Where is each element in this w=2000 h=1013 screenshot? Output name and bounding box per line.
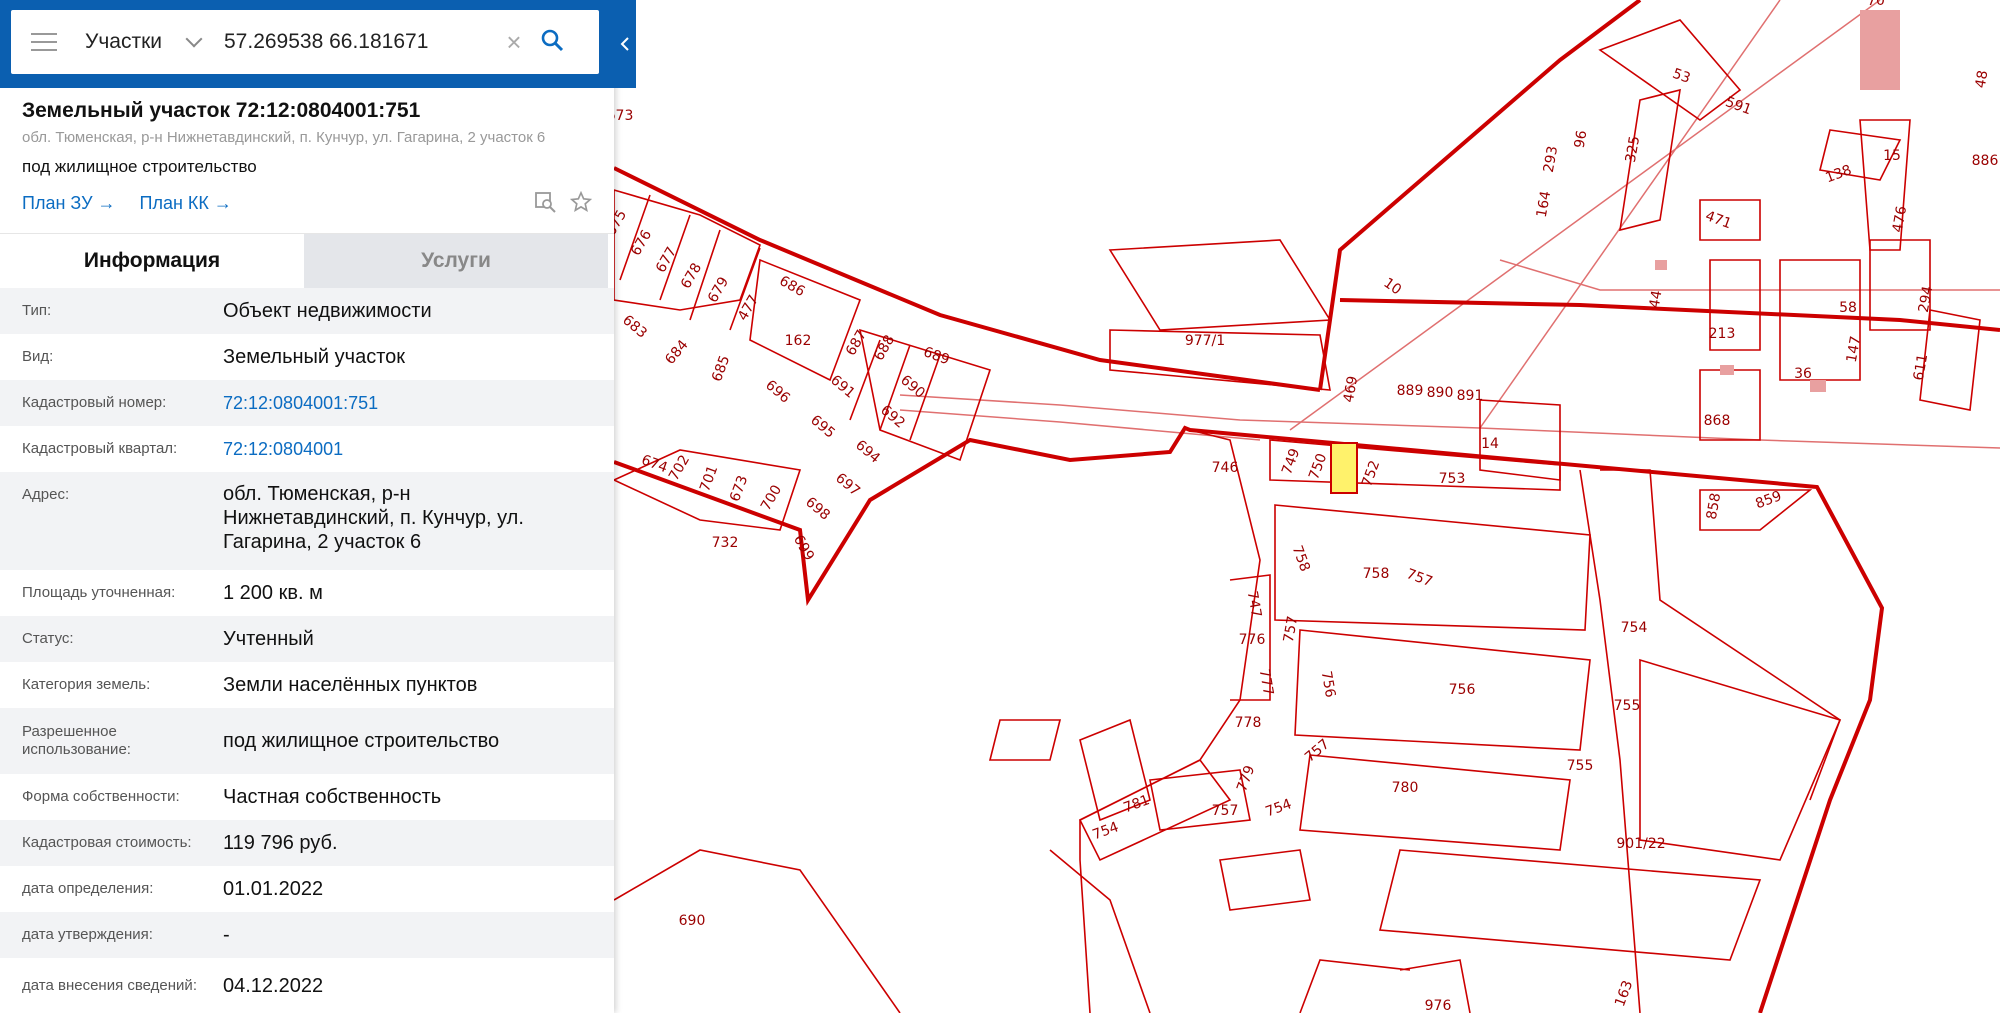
row-value: Частная собственность bbox=[223, 786, 442, 808]
chevron-left-icon bbox=[620, 37, 629, 51]
row-value: Учтенный bbox=[223, 628, 314, 650]
table-row: Кадастровый номер: 72:12:0804001:751 bbox=[0, 380, 614, 426]
row-key: дата внесения сведений: bbox=[22, 977, 197, 994]
row-key: Вид: bbox=[22, 348, 54, 365]
selected-parcel-751[interactable] bbox=[1330, 442, 1358, 494]
find-on-map-icon[interactable] bbox=[534, 191, 556, 218]
row-key: Кадастровая стоимость: bbox=[22, 834, 192, 851]
parcel-label: 755 bbox=[1614, 698, 1641, 714]
info-table: Тип: Объект недвижимости Вид: Земельный уч… bbox=[0, 288, 614, 1013]
table-row: Адрес: обл. Тюменская, р-н Нижнетавдински… bbox=[0, 472, 614, 570]
tab-info[interactable]: Информация bbox=[0, 234, 304, 288]
parcel-header: Земельный участок 72:12:0804001:751 обл.… bbox=[0, 88, 614, 215]
parcel-label: 36 bbox=[1794, 366, 1812, 382]
parcel-label: 758 bbox=[1363, 566, 1390, 582]
parcel-label: 162 bbox=[785, 333, 812, 349]
table-row: дата утверждения: - bbox=[0, 912, 614, 958]
parcel-label: 753 bbox=[1439, 471, 1466, 487]
parcel-label: 901/22 bbox=[1616, 836, 1665, 852]
search-box: Участки × bbox=[11, 10, 599, 74]
table-row: Статус: Учтенный bbox=[0, 616, 614, 662]
table-row: Кадастровый квартал: 72:12:0804001 bbox=[0, 426, 614, 472]
cadastral-quarter-link[interactable]: 72:12:0804001 bbox=[223, 437, 343, 461]
table-row: Площадь уточненная: 1 200 кв. м bbox=[0, 570, 614, 616]
tab-services[interactable]: Услуги bbox=[304, 234, 608, 288]
parcel-label: 754 bbox=[1621, 620, 1648, 636]
table-row: Кадастровая стоимость: 119 796 руб. bbox=[0, 820, 614, 866]
search-icon[interactable] bbox=[540, 28, 564, 57]
parcel-label: 48 bbox=[1973, 69, 1992, 89]
parcel-label: 776 bbox=[1239, 632, 1266, 648]
row-value: 1 200 кв. м bbox=[223, 582, 323, 604]
parcel-label: 96 bbox=[1572, 129, 1591, 149]
search-bar: Участки × bbox=[0, 0, 614, 88]
parcel-label: 755 bbox=[1567, 758, 1594, 774]
row-key: дата определения: bbox=[22, 880, 154, 897]
layer-select[interactable]: Участки bbox=[85, 30, 162, 54]
parcel-label: 890 bbox=[1427, 385, 1454, 401]
row-key: Категория земель: bbox=[22, 676, 151, 693]
row-value: - bbox=[223, 924, 230, 946]
table-row: Категория земель: Земли населённых пункто… bbox=[0, 662, 614, 708]
table-row: Форма собственности: Частная собственност… bbox=[0, 774, 614, 820]
parcel-label: 976 bbox=[1425, 998, 1452, 1013]
row-key: Тип: bbox=[22, 302, 52, 319]
row-value: Земли населённых пунктов bbox=[223, 674, 478, 696]
parcel-label: 732 bbox=[712, 535, 739, 551]
row-key: Статус: bbox=[22, 630, 74, 647]
parcel-label: 886 bbox=[1972, 153, 1999, 169]
close-icon[interactable]: × bbox=[502, 27, 526, 58]
row-key: Площадь уточненная: bbox=[22, 584, 176, 601]
parcel-label: 15 bbox=[1883, 148, 1901, 164]
row-key: Форма собственности: bbox=[22, 788, 180, 805]
plan-kk-link[interactable]: План КК → bbox=[140, 193, 232, 214]
table-row: Разрешенное использование: под жилищное с… bbox=[0, 708, 614, 774]
parcel-label: 891 bbox=[1457, 388, 1484, 404]
row-key: Кадастровый квартал: bbox=[22, 440, 178, 457]
parcel-label: 44 bbox=[1647, 289, 1666, 309]
chevron-down-icon[interactable] bbox=[185, 30, 203, 48]
parcel-label: 690 bbox=[679, 913, 706, 929]
row-value: Объект недвижимости bbox=[223, 300, 432, 322]
page-title: Земельный участок 72:12:0804001:751 bbox=[22, 99, 421, 122]
row-key: Кадастровый номер: bbox=[22, 394, 167, 411]
menu-icon[interactable] bbox=[31, 33, 57, 51]
parcel-label: 746 bbox=[1212, 460, 1239, 476]
parcel-purpose: под жилищное строительство bbox=[22, 157, 257, 176]
plan-zu-link[interactable]: План ЗУ → bbox=[22, 193, 116, 214]
star-icon[interactable] bbox=[569, 190, 593, 218]
parcel-label: 868 bbox=[1704, 413, 1731, 429]
parcel-label: 977/1 bbox=[1185, 333, 1225, 349]
parcel-label: 780 bbox=[1392, 780, 1419, 796]
parcel-label: 756 bbox=[1449, 682, 1476, 698]
search-input[interactable] bbox=[222, 29, 496, 55]
row-value: 04.12.2022 bbox=[223, 975, 324, 997]
table-row: Вид: Земельный участок bbox=[0, 334, 614, 380]
row-value: 01.01.2022 bbox=[223, 878, 324, 900]
row-value: 119 796 руб. bbox=[223, 832, 338, 854]
table-row: дата внесения сведений: 04.12.2022 bbox=[0, 958, 614, 1013]
info-panel: Участки × Земельный участок 72:12:080400… bbox=[0, 0, 614, 1013]
table-row: дата определения: 01.01.2022 bbox=[0, 866, 614, 912]
parcel-label: 58 bbox=[1839, 300, 1857, 316]
row-value: Земельный участок bbox=[223, 346, 406, 368]
parcel-label: 778 bbox=[1235, 715, 1262, 731]
parcel-label: 889 bbox=[1397, 383, 1424, 399]
row-value: под жилищное строительство bbox=[223, 730, 500, 752]
cadastral-number-link[interactable]: 72:12:0804001:751 bbox=[223, 391, 378, 415]
row-key: Адрес: bbox=[22, 486, 70, 503]
row-value: обл. Тюменская, р-н Нижнетавдинский, п. … bbox=[223, 483, 524, 553]
parcel-label: 213 bbox=[1709, 326, 1736, 342]
parcel-label: 757 bbox=[1212, 803, 1239, 819]
tab-bar: Информация Услуги bbox=[0, 233, 614, 288]
row-key: дата утверждения: bbox=[22, 926, 153, 943]
parcel-label: 70 bbox=[1867, 0, 1885, 9]
parcel-label: 14 bbox=[1481, 436, 1499, 452]
row-key: Разрешенное использование: bbox=[22, 723, 131, 758]
collapse-panel-button[interactable] bbox=[614, 0, 636, 88]
table-row: Тип: Объект недвижимости bbox=[0, 288, 614, 334]
parcel-address: обл. Тюменская, р-н Нижнетавдинский, п. … bbox=[22, 129, 546, 146]
